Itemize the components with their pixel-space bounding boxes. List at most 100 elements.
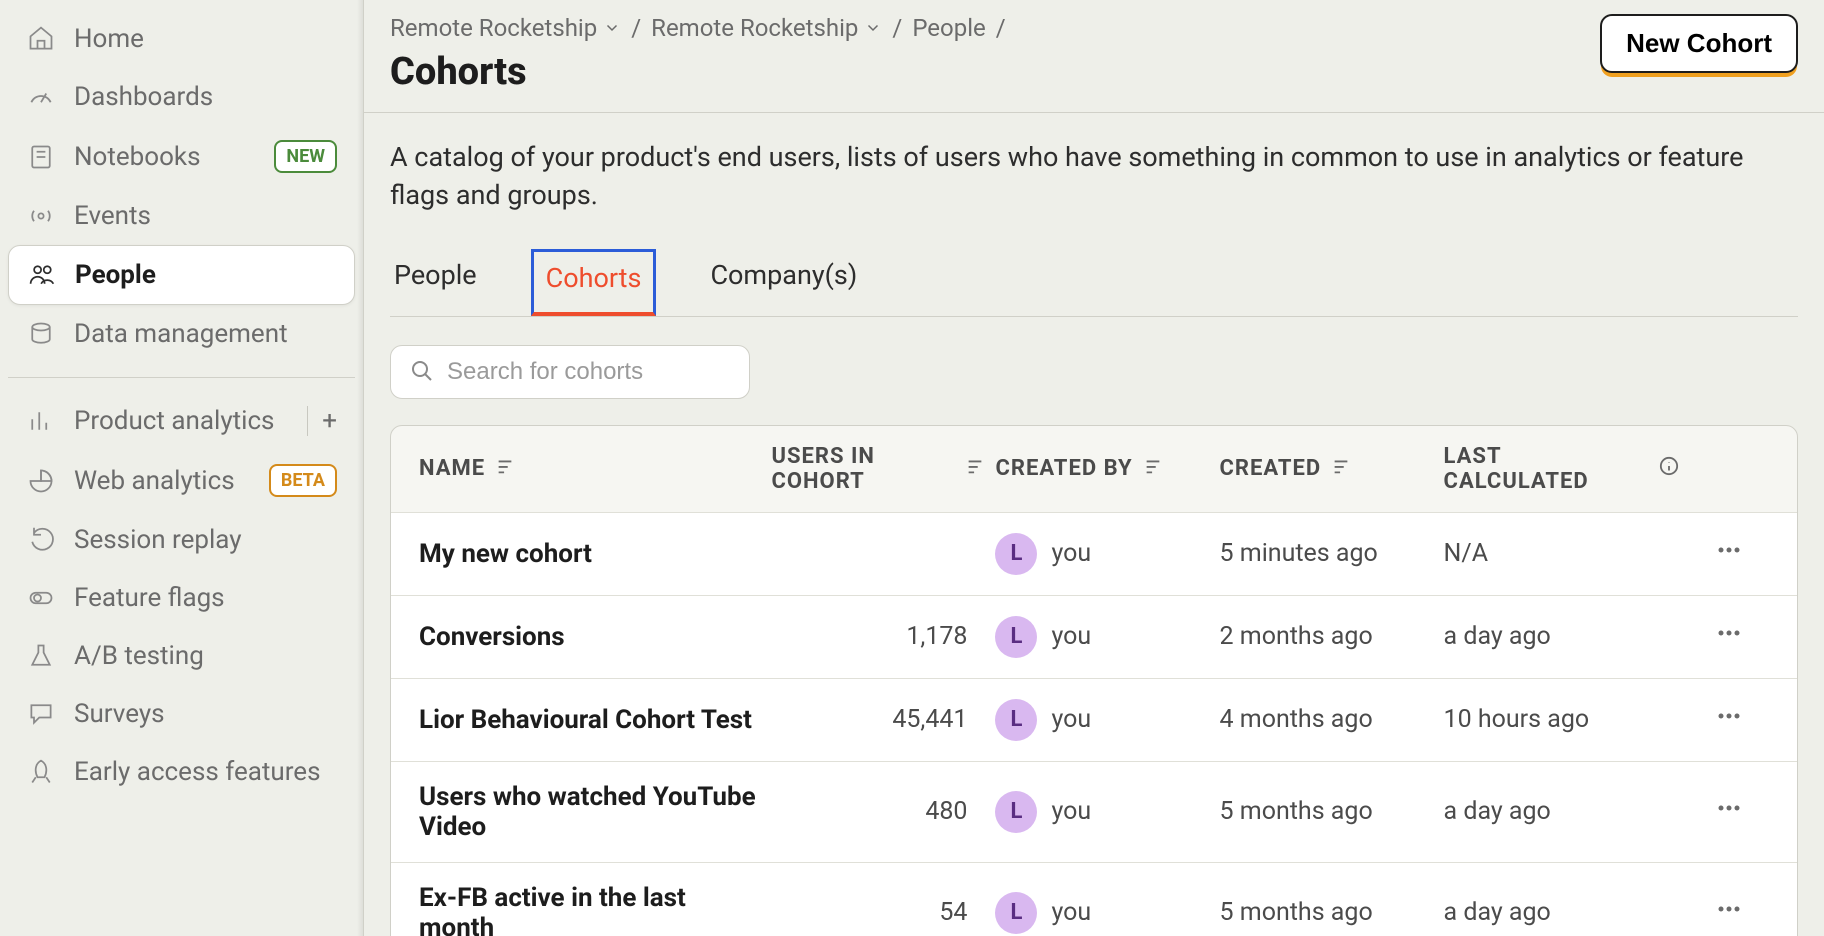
creator-name: you (1051, 539, 1091, 568)
last-calculated: a day ago (1444, 797, 1679, 826)
sidebar-item-label: Data management (74, 319, 288, 349)
table-row[interactable]: My new cohort L you 5 minutes ago N/A (391, 512, 1797, 595)
sidebar-item-feature-flags[interactable]: Feature flags (8, 569, 355, 627)
avatar: L (995, 791, 1037, 833)
table-row[interactable]: Lior Behavioural Cohort Test 45,441 L yo… (391, 678, 1797, 761)
row-more-button[interactable] (1689, 619, 1769, 654)
row-more-button[interactable] (1689, 536, 1769, 571)
page-description: A catalog of your product's end users, l… (390, 139, 1798, 215)
sidebar-item-label: Home (74, 24, 144, 54)
page-title: Cohorts (390, 50, 1006, 94)
rocket-icon (26, 757, 56, 787)
sidebar-item-data-management[interactable]: Data management (8, 305, 355, 363)
last-calculated: a day ago (1444, 898, 1679, 927)
sidebar-item-product-analytics[interactable]: Product analytics + (8, 392, 355, 450)
chevron-down-icon (864, 14, 882, 42)
plus-icon[interactable]: + (307, 406, 337, 436)
col-last-calculated[interactable]: LAST CALCULATED (1444, 444, 1679, 494)
created-by: L you (995, 699, 1209, 741)
avatar: L (995, 699, 1037, 741)
creator-name: you (1051, 705, 1091, 734)
sidebar-item-label: Product analytics (74, 406, 274, 436)
sidebar-divider (8, 377, 355, 378)
cohorts-table: NAME USERS IN COHORT CREATED BY CREATED … (390, 425, 1798, 936)
row-more-button[interactable] (1689, 702, 1769, 737)
badge: NEW (274, 140, 337, 173)
search-input[interactable] (447, 358, 731, 386)
bar-icon (26, 406, 56, 436)
chevron-down-icon (603, 14, 621, 42)
sidebar-item-early-access-features[interactable]: Early access features (8, 743, 355, 801)
created-by: L you (995, 791, 1209, 833)
breadcrumb-item[interactable]: Remote Rocketship (390, 14, 621, 42)
sidebar-item-web-analytics[interactable]: Web analytics BETA (8, 450, 355, 511)
sidebar-item-label: Web analytics (74, 466, 235, 496)
info-icon (1659, 456, 1679, 482)
sort-icon (1143, 456, 1163, 482)
sidebar-item-surveys[interactable]: Surveys (8, 685, 355, 743)
content: A catalog of your product's end users, l… (364, 113, 1824, 936)
col-created[interactable]: CREATED (1220, 456, 1434, 482)
sidebar-item-a-b-testing[interactable]: A/B testing (8, 627, 355, 685)
breadcrumb-separator: / (631, 14, 641, 42)
breadcrumb-separator: / (892, 14, 902, 42)
broadcast-icon (26, 201, 56, 231)
search-box[interactable] (390, 345, 750, 399)
last-calculated: N/A (1444, 539, 1679, 568)
users-count: 54 (771, 898, 985, 927)
sidebar-item-notebooks[interactable]: Notebooks NEW (8, 126, 355, 187)
last-calculated: 10 hours ago (1444, 705, 1679, 734)
creator-name: you (1051, 622, 1091, 651)
topbar: Remote Rocketship / Remote Rocketship / Peop… (364, 0, 1824, 113)
cohort-name: My new cohort (419, 539, 761, 569)
created-time: 5 months ago (1220, 797, 1434, 826)
avatar: L (995, 892, 1037, 934)
sidebar-item-dashboards[interactable]: Dashboards (8, 68, 355, 126)
new-cohort-button[interactable]: New Cohort (1600, 14, 1798, 73)
avatar: L (995, 533, 1037, 575)
table-row[interactable]: Conversions 1,178 L you 2 months ago a d… (391, 595, 1797, 678)
database-icon (26, 319, 56, 349)
col-users[interactable]: USERS IN COHORT (771, 444, 985, 494)
sort-icon (965, 456, 985, 482)
created-by: L you (995, 616, 1209, 658)
sidebar-item-events[interactable]: Events (8, 187, 355, 245)
breadcrumb-separator: / (996, 14, 1006, 42)
sidebar-item-label: Notebooks (74, 142, 201, 172)
sort-icon (1331, 456, 1351, 482)
tab-people[interactable]: People (390, 249, 481, 316)
sidebar-item-home[interactable]: Home (8, 10, 355, 68)
sidebar-item-people[interactable]: People (8, 245, 355, 305)
created-time: 5 minutes ago (1220, 539, 1434, 568)
creator-name: you (1051, 898, 1091, 927)
sidebar-item-session-replay[interactable]: Session replay (8, 511, 355, 569)
notebook-icon (26, 142, 56, 172)
main: Remote Rocketship / Remote Rocketship / Peop… (364, 0, 1824, 936)
table-row[interactable]: Ex-FB active in the last month 54 L you … (391, 862, 1797, 936)
avatar: L (995, 616, 1037, 658)
badge: BETA (269, 464, 337, 497)
breadcrumb-item[interactable]: People (912, 14, 985, 42)
users-count: 1,178 (771, 622, 985, 651)
sidebar-item-label: Session replay (74, 525, 242, 555)
created-by: L you (995, 533, 1209, 575)
tab-company-s-[interactable]: Company(s) (706, 249, 861, 316)
col-name[interactable]: NAME (419, 456, 761, 482)
sidebar: Home Dashboards Notebooks NEW Events (0, 0, 364, 936)
sidebar-item-label: A/B testing (74, 641, 204, 671)
sidebar-item-label: Early access features (74, 757, 321, 787)
table-header: NAME USERS IN COHORT CREATED BY CREATED … (391, 426, 1797, 512)
breadcrumb-item[interactable]: Remote Rocketship (651, 14, 882, 42)
breadcrumbs: Remote Rocketship / Remote Rocketship / Peop… (390, 14, 1006, 42)
created-time: 2 months ago (1220, 622, 1434, 651)
row-more-button[interactable] (1689, 895, 1769, 930)
sidebar-item-label: People (75, 260, 156, 290)
cohort-name: Lior Behavioural Cohort Test (419, 705, 761, 735)
row-more-button[interactable] (1689, 794, 1769, 829)
table-row[interactable]: Users who watched YouTube Video 480 L yo… (391, 761, 1797, 862)
tab-cohorts[interactable]: Cohorts (531, 249, 657, 316)
col-created-by[interactable]: CREATED BY (995, 456, 1209, 482)
pie-icon (26, 466, 56, 496)
last-calculated: a day ago (1444, 622, 1679, 651)
search-icon (409, 358, 433, 386)
